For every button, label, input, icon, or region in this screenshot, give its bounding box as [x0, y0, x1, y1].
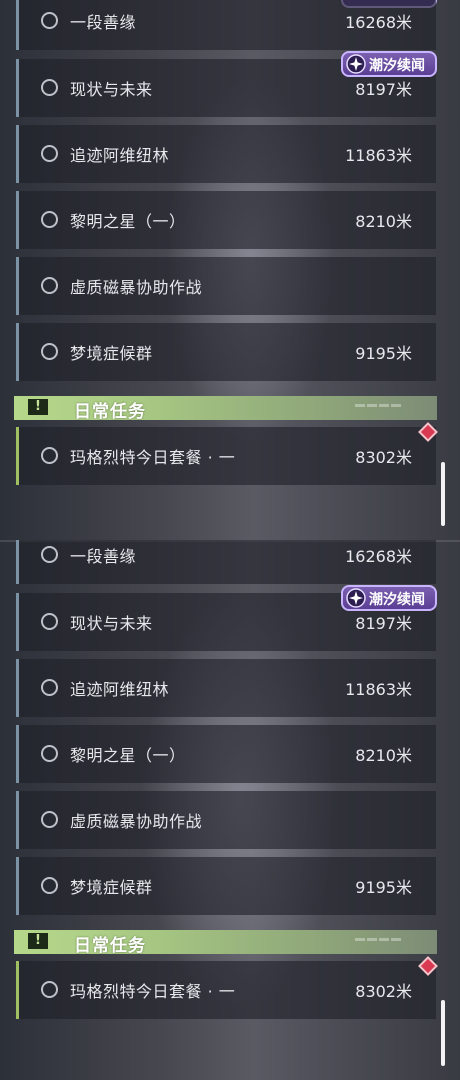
badge-label: 潮汐续闻	[369, 58, 425, 74]
tide-star-icon	[346, 54, 366, 74]
quest-title: 现状与未来	[70, 80, 153, 99]
scrollbar-thumb[interactable]	[441, 1000, 445, 1066]
quest-status-icon	[41, 679, 58, 696]
quest-status-icon	[41, 12, 58, 29]
quest-distance: 8302米	[355, 448, 412, 467]
quest-status-icon	[41, 613, 58, 630]
quest-status-icon	[41, 447, 58, 464]
badge-label: 潮汐续闻	[369, 592, 425, 608]
quest-status-icon	[41, 277, 58, 294]
quest-item-5[interactable]: 虚质磁暴协助作战	[16, 257, 436, 315]
quest-distance: 8197米	[355, 614, 412, 633]
section-title: 日常任务	[74, 936, 146, 956]
quest-distance: 9195米	[355, 344, 412, 363]
exclamation-icon: !	[28, 399, 48, 415]
daily-quest-item[interactable]: 玛格烈特今日套餐 · 一 8302米	[16, 427, 436, 485]
daily-section-header: ! 日常任务	[14, 930, 437, 956]
quest-title: 追迹阿维纽林	[70, 146, 170, 165]
quest-distance: 8210米	[355, 746, 412, 765]
exclamation-icon: !	[28, 933, 48, 949]
quest-title: 一段善缘	[70, 547, 137, 566]
quest-title: 一段善缘	[70, 13, 137, 32]
quest-status-icon	[41, 745, 58, 762]
quest-title: 现状与未来	[70, 614, 153, 633]
daily-quest-item[interactable]: 玛格烈特今日套餐 · 一 8302米	[16, 961, 436, 1019]
quest-distance: 11863米	[345, 680, 412, 699]
quest-distance: 8210米	[355, 212, 412, 231]
quest-status-icon	[41, 343, 58, 360]
quest-status-icon	[41, 546, 58, 563]
tide-continuation-badge[interactable]: 潮汐续闻	[341, 51, 437, 77]
tide-star-icon	[346, 588, 366, 608]
quest-title: 黎明之星（一）	[70, 212, 186, 231]
quest-title: 玛格烈特今日套餐 · 一	[70, 982, 236, 1001]
quest-status-icon	[41, 877, 58, 894]
quest-title: 追迹阿维纽林	[70, 680, 170, 699]
quest-title: 梦境症候群	[70, 344, 153, 363]
quest-distance: 8302米	[355, 982, 412, 1001]
section-title: 日常任务	[74, 402, 146, 422]
quest-distance: 9195米	[355, 878, 412, 897]
quest-distance: 8197米	[355, 80, 412, 99]
quest-status-icon	[41, 145, 58, 162]
quest-status-icon	[41, 211, 58, 228]
quest-title: 玛格烈特今日套餐 · 一	[70, 448, 236, 467]
quest-item-6[interactable]: 梦境症候群 9195米	[16, 857, 436, 915]
quest-title: 黎明之星（一）	[70, 746, 186, 765]
tide-continuation-badge[interactable]: 潮汐续闻	[341, 585, 437, 611]
quest-item-4[interactable]: 黎明之星（一） 8210米	[16, 191, 436, 249]
quest-title: 虚质磁暴协助作战	[70, 278, 203, 297]
quest-list-panel-bottom: 一段善缘 16268米 现状与未来 8197米 潮汐续闻 追迹阿维纽林 1186…	[0, 540, 460, 1080]
quest-title: 梦境症候群	[70, 878, 153, 897]
quest-item-1[interactable]: 一段善缘 16268米	[16, 0, 436, 50]
quest-item-1[interactable]: 一段善缘 16268米	[16, 540, 436, 584]
quest-status-icon	[41, 811, 58, 828]
quest-status-icon	[41, 981, 58, 998]
header-decoration	[355, 404, 401, 407]
daily-section-header: ! 日常任务	[14, 396, 437, 422]
quest-list-panel-top: 一段善缘 16268米 现状与未来 8197米 潮汐续闻 追迹阿维纽林 1186…	[0, 0, 460, 540]
quest-item-3[interactable]: 追迹阿维纽林 11863米	[16, 659, 436, 717]
quest-status-icon	[41, 79, 58, 96]
header-decoration	[355, 938, 401, 941]
quest-distance: 16268米	[345, 547, 412, 566]
quest-item-5[interactable]: 虚质磁暴协助作战	[16, 791, 436, 849]
quest-distance: 16268米	[345, 13, 412, 32]
quest-distance: 11863米	[345, 146, 412, 165]
quest-item-3[interactable]: 追迹阿维纽林 11863米	[16, 125, 436, 183]
quest-item-6[interactable]: 梦境症候群 9195米	[16, 323, 436, 381]
quest-title: 虚质磁暴协助作战	[70, 812, 203, 831]
quest-item-4[interactable]: 黎明之星（一） 8210米	[16, 725, 436, 783]
scrollbar-thumb[interactable]	[441, 462, 445, 526]
